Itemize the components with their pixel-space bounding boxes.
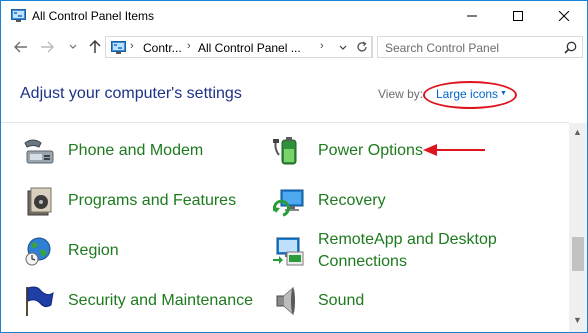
recovery-icon [273,189,304,217]
minimize-button[interactable] [449,1,495,31]
forward-button[interactable] [37,37,57,57]
back-button[interactable] [11,37,31,57]
item-label: Region [68,242,119,259]
search-icon[interactable] [564,41,577,54]
scroll-down-icon[interactable]: ▼ [573,315,582,325]
vertical-scrollbar[interactable]: ▲ ▼ [569,123,587,332]
phone-modem-icon [24,139,54,164]
breadcrumb-all-items[interactable]: All Control Panel ... [198,41,301,55]
security-maintenance-icon [26,286,54,316]
refresh-button[interactable] [351,36,373,58]
back-arrow-icon [14,41,27,53]
item-remoteapp-and-desktop-connections[interactable]: RemoteApp and Desktop Connections [273,229,513,273]
minimize-icon [467,15,477,17]
page-title: Adjust your computer's settings [20,85,242,102]
item-label: Phone and Modem [68,142,204,159]
scroll-up-icon[interactable]: ▲ [573,127,582,137]
item-label: Power Options [318,142,423,159]
close-button[interactable] [541,1,587,31]
view-by-label: View by: [378,87,424,101]
chevron-down-icon [69,44,77,49]
programs-features-icon [27,187,52,216]
item-label: Programs and Features [68,192,237,209]
scrollbar-thumb[interactable] [572,237,584,271]
power-options-icon [273,137,297,165]
forward-arrow-icon [41,41,54,53]
breadcrumb-control-panel[interactable]: Contr... [143,41,182,55]
maximize-button[interactable] [495,1,541,31]
navigation-bar: › Contr... › All Control Panel ... › Sea… [1,33,587,61]
item-label: Sound [318,292,365,309]
item-label-line2: Connections [318,253,407,270]
annotation-ellipse [423,81,517,109]
search-input[interactable]: Search Control Panel [385,41,499,55]
item-region[interactable]: Region [23,235,243,267]
address-dropdown-icon[interactable] [339,45,347,51]
sound-icon [276,286,295,316]
breadcrumb-separator-icon[interactable]: › [320,40,324,52]
control-panel-icon [111,41,126,54]
address-bar[interactable]: › Contr... › All Control Panel ... › [105,36,372,58]
item-programs-and-features[interactable]: Programs and Features [23,185,243,217]
item-label: Security and Maintenance [68,292,253,309]
item-phone-and-modem[interactable]: Phone and Modem [23,135,243,167]
close-icon [559,11,569,21]
item-power-options[interactable]: Power Options [273,135,423,167]
item-label: Recovery [318,192,386,209]
region-icon [25,237,51,266]
remoteapp-icon [273,237,304,266]
control-panel-window: All Control Panel Items › Contr... › All… [0,0,588,333]
recent-locations-button[interactable] [63,37,83,57]
refresh-icon [356,41,367,52]
breadcrumb-separator-icon[interactable]: › [187,40,191,52]
up-arrow-icon [89,40,101,53]
item-security-and-maintenance[interactable]: Security and Maintenance [23,285,263,317]
window-title: All Control Panel Items [32,9,155,23]
breadcrumb-separator-icon[interactable]: › [130,40,134,52]
annotation-arrow [423,144,485,156]
maximize-icon [513,11,523,21]
up-button[interactable] [85,37,105,57]
search-box[interactable]: Search Control Panel [377,36,583,58]
item-sound[interactable]: Sound [273,285,423,317]
title-bar: All Control Panel Items [1,1,587,31]
control-panel-app-icon [11,9,26,22]
item-recovery[interactable]: Recovery [273,185,423,217]
item-label: RemoteApp and Desktop [318,231,497,248]
